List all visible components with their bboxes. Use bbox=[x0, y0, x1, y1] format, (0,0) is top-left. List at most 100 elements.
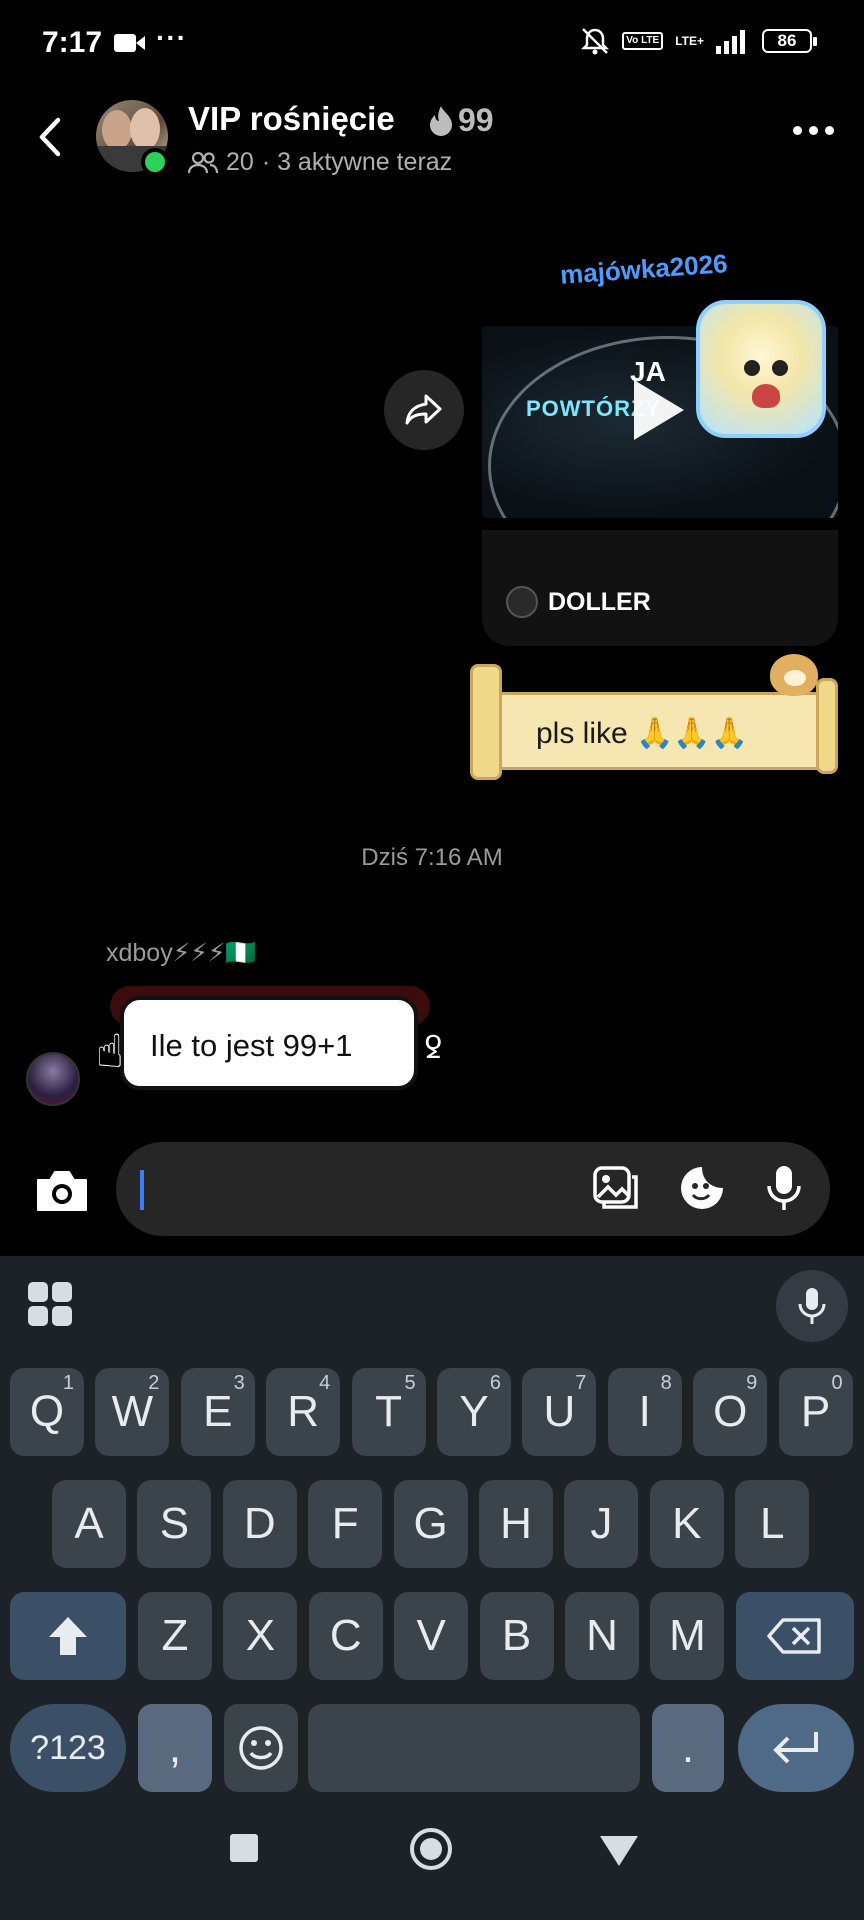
flame-icon bbox=[430, 105, 452, 136]
key-h[interactable]: H bbox=[479, 1480, 553, 1568]
incoming-message[interactable]: ☝ ꝿ Ile to jest 99+1 bbox=[96, 982, 442, 1106]
key-label: P bbox=[800, 1387, 831, 1436]
key-v[interactable]: V bbox=[394, 1592, 469, 1680]
key-d[interactable]: D bbox=[222, 1480, 297, 1568]
keyboard-mic-icon bbox=[798, 1288, 826, 1324]
more-options-icon[interactable] bbox=[793, 126, 834, 135]
system-nav-bar bbox=[0, 1800, 864, 1920]
play-icon[interactable] bbox=[634, 380, 684, 440]
enter-key[interactable] bbox=[738, 1704, 854, 1792]
key-hint: 1 bbox=[62, 1372, 74, 1394]
doge-icon bbox=[770, 654, 818, 696]
chat-subtitle: 20 · 3 aktywne teraz bbox=[188, 148, 452, 177]
popcorn-sticker-icon bbox=[696, 300, 826, 438]
key-hint: 6 bbox=[489, 1372, 501, 1394]
signal-icon bbox=[716, 30, 745, 54]
key-c[interactable]: C bbox=[308, 1592, 383, 1680]
camera-icon[interactable] bbox=[34, 1166, 90, 1214]
key-hint: 9 bbox=[746, 1372, 758, 1394]
home-circle-icon[interactable] bbox=[408, 1826, 454, 1872]
backspace-key[interactable] bbox=[736, 1592, 854, 1680]
mute-bell-icon bbox=[581, 28, 610, 55]
key-j[interactable]: J bbox=[564, 1480, 639, 1568]
period-key[interactable]: . bbox=[652, 1704, 724, 1792]
key-k[interactable]: K bbox=[649, 1480, 724, 1568]
key-label: Y bbox=[459, 1387, 489, 1436]
composer-actions bbox=[592, 1164, 804, 1212]
post-media[interactable]: majówka2026 JA POWTÓRZY bbox=[482, 190, 838, 530]
text-caret bbox=[140, 1170, 144, 1210]
key-o[interactable]: O9 bbox=[693, 1368, 768, 1456]
gallery-icon[interactable] bbox=[592, 1165, 640, 1211]
key-w[interactable]: W2 bbox=[95, 1368, 170, 1456]
key-f[interactable]: F bbox=[308, 1480, 383, 1568]
key-hint: 7 bbox=[575, 1372, 587, 1394]
back-arrow-icon[interactable] bbox=[30, 112, 70, 162]
key-p[interactable]: P0 bbox=[778, 1368, 853, 1456]
enter-arrow-icon bbox=[773, 1732, 818, 1764]
key-hint: 5 bbox=[404, 1372, 416, 1394]
scroll-curl-icon: ꝿ bbox=[424, 1032, 442, 1065]
key-label: I bbox=[638, 1387, 651, 1436]
share-button[interactable] bbox=[384, 370, 464, 450]
streak-badge: 99 bbox=[428, 102, 494, 139]
key-q[interactable]: Q1 bbox=[10, 1368, 84, 1456]
symbols-key[interactable]: ?123 bbox=[10, 1704, 126, 1792]
key-u[interactable]: U7 bbox=[522, 1368, 597, 1456]
post-footer[interactable]: DOLLER bbox=[506, 586, 651, 618]
sticker-icon[interactable] bbox=[678, 1164, 726, 1212]
pointing-hand-icon: ☝ bbox=[96, 1025, 125, 1077]
key-a[interactable]: A bbox=[52, 1480, 126, 1568]
key-g[interactable]: G bbox=[393, 1480, 468, 1568]
volte-badge: Vo LTE bbox=[622, 32, 664, 50]
key-t[interactable]: T5 bbox=[351, 1368, 426, 1456]
key-i[interactable]: I8 bbox=[607, 1368, 682, 1456]
key-hint: 4 bbox=[319, 1372, 331, 1394]
status-bar: 7:17 ··· Vo LTE LTE+ 86 bbox=[0, 0, 864, 86]
status-time: 7:17 bbox=[42, 26, 103, 59]
key-b[interactable]: B bbox=[479, 1592, 554, 1680]
key-hint: 0 bbox=[831, 1372, 843, 1394]
key-y[interactable]: Y6 bbox=[437, 1368, 511, 1456]
backspace-icon bbox=[767, 1618, 821, 1654]
incoming-message-text: Ile to jest 99+1 bbox=[150, 1028, 353, 1063]
sender-name: xdboy⚡⚡⚡🇳🇬 bbox=[106, 939, 257, 967]
keyboard-row-1: Q1W2E3R4T5Y6U7I8O9P0 bbox=[0, 1368, 864, 1458]
chat-header: VIP rośnięcie 99 20 · 3 aktywne teraz bbox=[0, 86, 864, 196]
message-input[interactable] bbox=[116, 1142, 830, 1236]
key-label: U bbox=[543, 1387, 576, 1436]
voice-input-button[interactable] bbox=[776, 1270, 848, 1342]
online-indicator bbox=[141, 148, 169, 176]
shift-arrow-icon bbox=[49, 1617, 87, 1655]
smiley-icon bbox=[239, 1726, 283, 1770]
key-x[interactable]: X bbox=[223, 1592, 298, 1680]
key-label: O bbox=[713, 1387, 748, 1436]
shift-key[interactable] bbox=[10, 1592, 126, 1680]
key-r[interactable]: R4 bbox=[266, 1368, 341, 1456]
active-status: · 3 aktywne teraz bbox=[261, 148, 453, 176]
key-e[interactable]: E3 bbox=[180, 1368, 255, 1456]
member-count: 20 bbox=[226, 148, 254, 176]
network-type: LTE+ bbox=[675, 34, 704, 48]
shared-post-message[interactable]: majówka2026 JA POWTÓRZY DOLLER bbox=[482, 190, 838, 646]
streak-count: 99 bbox=[458, 102, 494, 138]
sender-avatar[interactable] bbox=[26, 1052, 80, 1106]
outgoing-sticker-message[interactable]: pls like 🙏🙏🙏 bbox=[470, 654, 838, 780]
status-icons: Vo LTE LTE+ 86 bbox=[580, 26, 817, 56]
recents-square-icon[interactable] bbox=[228, 1832, 260, 1864]
share-arrow-icon bbox=[405, 394, 442, 425]
key-label: W bbox=[111, 1387, 154, 1436]
back-triangle-icon[interactable] bbox=[598, 1834, 640, 1868]
comma-key[interactable]: , bbox=[138, 1704, 212, 1792]
key-l[interactable]: L bbox=[735, 1480, 810, 1568]
key-hint: 2 bbox=[148, 1372, 160, 1394]
chat-title[interactable]: VIP rośnięcie bbox=[188, 100, 395, 138]
key-m[interactable]: M bbox=[650, 1592, 725, 1680]
key-s[interactable]: S bbox=[137, 1480, 212, 1568]
key-n[interactable]: N bbox=[565, 1592, 639, 1680]
key-z[interactable]: Z bbox=[138, 1592, 212, 1680]
microphone-icon[interactable] bbox=[764, 1164, 804, 1212]
apps-grid-icon[interactable] bbox=[28, 1282, 72, 1326]
emoji-key[interactable] bbox=[224, 1704, 298, 1792]
space-key[interactable] bbox=[308, 1704, 640, 1792]
